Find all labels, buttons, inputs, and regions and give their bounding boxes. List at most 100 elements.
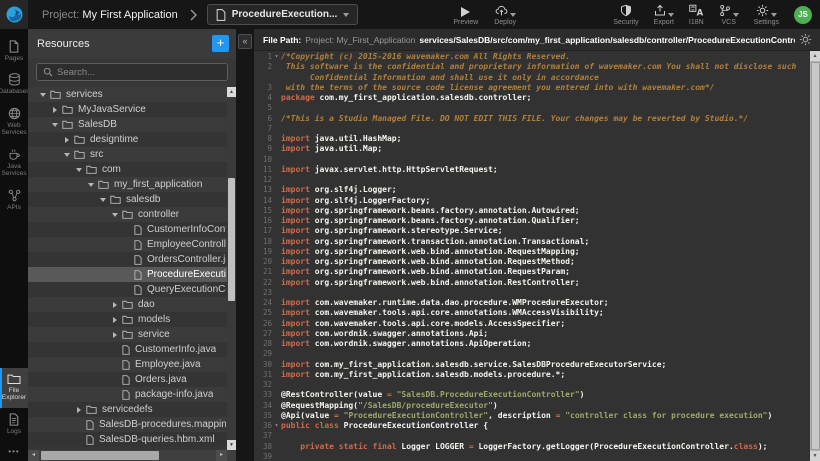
tree-item-salesdb[interactable]: salesdb [28, 192, 236, 207]
tree-item-package-info-java[interactable]: package-info.java [28, 387, 236, 402]
code-text: /*This is a Studio Managed File. DO NOT … [281, 114, 810, 124]
caret-down-icon[interactable] [76, 168, 82, 172]
tree-item-my-first-application[interactable]: my_first_application [28, 177, 236, 192]
fold-gutter [272, 442, 281, 452]
file-icon [122, 360, 130, 370]
i18n-button[interactable]: A I18N [689, 4, 704, 26]
editor-settings-button[interactable] [799, 33, 812, 46]
tree-item-com[interactable]: com [28, 162, 236, 177]
tree-item-label: package-info.java [135, 389, 213, 400]
user-avatar[interactable]: JS [794, 6, 812, 24]
tree-item-customerinfo-java[interactable]: CustomerInfo.java [28, 342, 236, 357]
open-file-dropdown[interactable]: ProcedureExecution... [207, 4, 359, 25]
tree-item-label: Employee.java [135, 359, 201, 370]
sidebar-item-java-services[interactable]: Java Services [0, 143, 28, 184]
tree-horizontal-scrollbar: ◂ ▸ [28, 450, 236, 461]
fold-gutter [272, 175, 281, 185]
caret-right-icon[interactable] [113, 317, 117, 323]
fold-caret-icon[interactable]: ▾ [272, 52, 281, 62]
settings-label: Settings [754, 19, 779, 26]
sidebar-item-databases[interactable]: Databases [0, 68, 28, 101]
file-dropdown-label: ProcedureExecution... [232, 9, 338, 20]
tree-item-salesdb-queries-hbm-xml[interactable]: SalesDB-queries.hbm.xml [28, 432, 236, 447]
tree-item-procedureexecutioncontroller-java[interactable]: ProcedureExecutionController.java [28, 267, 236, 282]
tree-item-servicedefs[interactable]: servicedefs [28, 402, 236, 417]
tree-hscroll-thumb[interactable] [41, 451, 159, 460]
tree-item-orderscontroller-java[interactable]: OrdersController.java [28, 252, 236, 267]
tree-item-src[interactable]: src [28, 147, 236, 162]
tree-item-service[interactable]: service [28, 327, 236, 342]
tree-item-myjavaservice[interactable]: MyJavaService [28, 102, 236, 117]
tree-item-services[interactable]: services [28, 87, 236, 102]
export-button[interactable]: Export [654, 4, 674, 26]
code-editor[interactable]: 1▾/*Copyright (c) 2015-2016 wavemaker.co… [254, 51, 810, 461]
line-number: 35 [254, 411, 272, 421]
tree-item-salesdb[interactable]: SalesDB [28, 117, 236, 132]
preview-button[interactable]: Preview [453, 4, 478, 26]
code-text: import org.springframework.transaction.a… [281, 237, 810, 247]
caret-right-icon[interactable] [113, 332, 117, 338]
deploy-button[interactable]: Deploy [494, 4, 516, 26]
tree-item-employeecontroller-java[interactable]: EmployeeController.java [28, 237, 236, 252]
sidebar-item-logs[interactable]: Logs [0, 408, 28, 441]
caret-right-icon[interactable] [65, 137, 69, 143]
tree-item-orders-java[interactable]: Orders.java [28, 372, 236, 387]
scroll-down-arrow[interactable]: ▼ [810, 451, 820, 461]
fold-gutter [272, 165, 281, 175]
sidebar-item-file-explorer[interactable]: File Explorer [0, 368, 28, 408]
caret-right-icon[interactable] [113, 302, 117, 308]
wavemaker-logo[interactable] [0, 0, 28, 29]
shield-icon [620, 4, 632, 17]
line-number: 26 [254, 319, 272, 329]
caret-right-icon[interactable] [77, 407, 81, 413]
security-button[interactable]: Security [613, 4, 638, 26]
tree-item-label: Orders.java [135, 374, 187, 385]
editor-scrollbar: ▲ ▼ [810, 51, 820, 461]
scroll-down-arrow[interactable]: ▼ [227, 440, 236, 450]
caret-down-icon[interactable] [112, 213, 118, 217]
collapse-panel-button[interactable]: « [238, 34, 252, 49]
caret-down-icon[interactable] [88, 183, 94, 187]
tree-item-label: OrdersController.java [147, 254, 226, 265]
editor-scroll-thumb[interactable] [811, 62, 820, 450]
code-text [281, 124, 810, 134]
scroll-right-arrow[interactable]: ▸ [216, 450, 227, 461]
filepath-prefix: File Path: [263, 35, 301, 45]
tree-item-salesdb-procedures-mappings-json[interactable]: SalesDB-procedures.mappings.json [28, 417, 236, 432]
fold-caret-icon[interactable]: ▾ [272, 421, 281, 431]
scroll-up-arrow[interactable]: ▲ [810, 51, 820, 61]
tree-item-label: ProcedureExecutionController.java [147, 269, 226, 280]
sidebar-item-apis[interactable]: APIs [0, 184, 28, 217]
tree-item-controller[interactable]: controller [28, 207, 236, 222]
add-resource-button[interactable]: + [212, 35, 229, 52]
caret-down-icon[interactable] [40, 93, 46, 97]
settings-button[interactable]: Settings [754, 4, 779, 26]
caret-down-icon[interactable] [52, 123, 58, 127]
line-number: 3 [254, 83, 272, 93]
code-text: import org.springframework.web.bind.anno… [281, 247, 810, 257]
sidebar-item-web-services[interactable]: Web Services [0, 102, 28, 143]
caret-right-icon[interactable] [53, 107, 57, 113]
tree-item-models[interactable]: models [28, 312, 236, 327]
fold-gutter [272, 329, 281, 339]
fold-gutter [272, 308, 281, 318]
line-number: 27 [254, 329, 272, 339]
caret-down-icon[interactable] [64, 153, 70, 157]
chevron-down-icon [733, 13, 739, 17]
tree-item-dao[interactable]: dao [28, 297, 236, 312]
search-input[interactable] [57, 67, 221, 78]
sidebar-more-button[interactable]: ••• [0, 441, 28, 461]
file-icon [86, 435, 94, 445]
scroll-up-arrow[interactable]: ▲ [227, 87, 236, 97]
sidebar-item-pages[interactable]: Pages [0, 35, 28, 68]
tree-item-queryexecutioncontroller-java[interactable]: QueryExecutionController.java [28, 282, 236, 297]
scroll-left-arrow[interactable]: ◂ [28, 450, 39, 461]
tree-item-designtime[interactable]: designtime [28, 132, 236, 147]
code-text: Confidential Information and shall use i… [281, 73, 810, 83]
caret-down-icon[interactable] [100, 198, 106, 202]
tree-item-employee-java[interactable]: Employee.java [28, 357, 236, 372]
vcs-button[interactable]: VCS [719, 4, 739, 26]
tree-item-customerinfocontroller-java[interactable]: CustomerInfoController.java [28, 222, 236, 237]
tree-vscroll-thumb[interactable] [228, 178, 235, 301]
line-number: 39 [254, 452, 272, 461]
